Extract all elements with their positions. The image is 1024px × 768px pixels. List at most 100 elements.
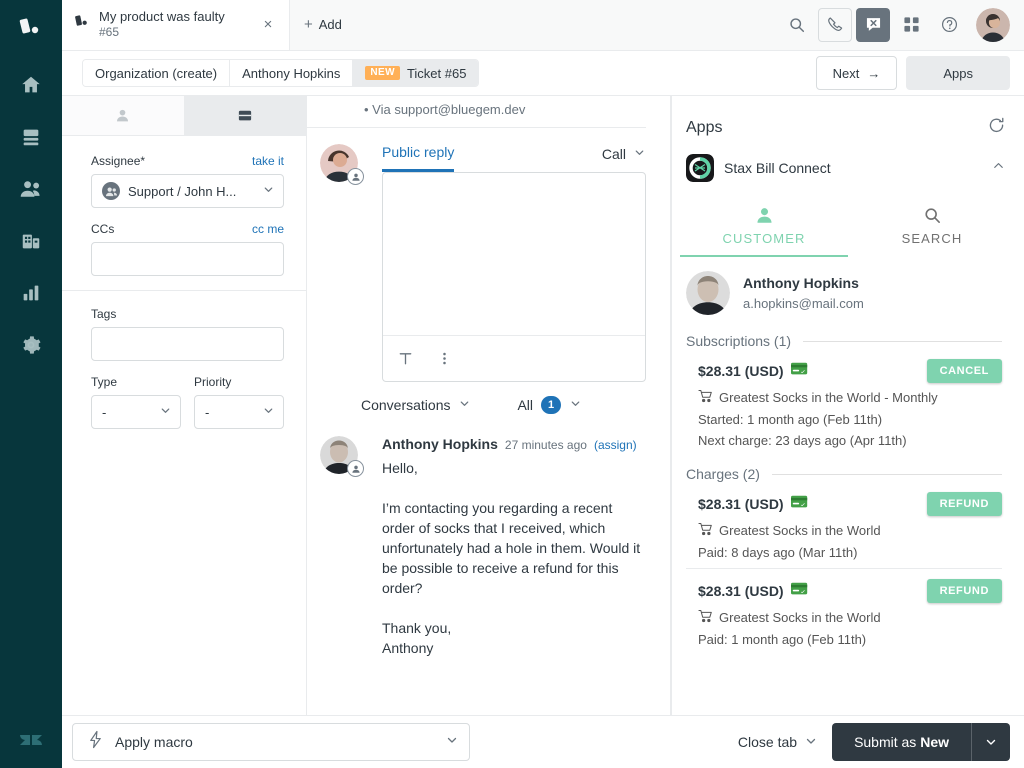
arrow-right-icon: →: [867, 65, 881, 81]
conversations-label: Conversations: [361, 397, 451, 413]
product-tray-icon[interactable]: [18, 14, 44, 45]
apps-toggle-button[interactable]: Apps: [906, 56, 1010, 90]
tags-input[interactable]: [91, 327, 284, 361]
nav-item-views[interactable]: [0, 111, 62, 163]
conversations-dropdown[interactable]: Conversations: [361, 397, 471, 413]
divider: [62, 290, 306, 291]
close-tab-dropdown[interactable]: Close tab: [738, 734, 832, 751]
next-label: Next: [832, 65, 860, 81]
ccs-field: CCs cc me: [91, 222, 284, 276]
tab-customer[interactable]: CUSTOMER: [680, 198, 848, 257]
app-header-stax-bill[interactable]: Stax Bill Connect: [672, 140, 1024, 182]
tags-field: Tags: [91, 307, 284, 361]
priority-value: -: [205, 404, 210, 420]
breadcrumb-item-ticket[interactable]: NEW Ticket #65: [353, 60, 479, 86]
text-format-icon[interactable]: [397, 350, 414, 367]
cancel-subscription-button[interactable]: CANCEL: [926, 359, 1002, 383]
apply-macro-select[interactable]: Apply macro: [72, 723, 470, 761]
ccs-label: CCs: [91, 222, 115, 236]
reply-editor[interactable]: [382, 172, 646, 382]
breadcrumb-item-customer[interactable]: Anthony Hopkins: [230, 60, 354, 86]
subscription-item: $28.31 (USD) CANCEL Greatest Socks in th…: [686, 349, 1002, 448]
next-button[interactable]: Next →: [815, 56, 898, 90]
nav-item-customers[interactable]: [0, 163, 62, 215]
assign-link[interactable]: (assign): [594, 438, 637, 452]
chevron-down-icon: [262, 404, 275, 420]
tab-ticket-properties[interactable]: [184, 96, 306, 135]
subscription-started: Started: 1 month ago (Feb 11th): [698, 412, 883, 427]
user-avatar[interactable]: [976, 7, 1010, 42]
nav-item-home[interactable]: [0, 59, 62, 111]
breadcrumb: Organization (create) Anthony Hopkins NE…: [82, 59, 480, 87]
submit-options-button[interactable]: [972, 723, 1010, 761]
cart-icon: [698, 522, 713, 539]
views-icon: [23, 129, 39, 146]
tab-search[interactable]: SEARCH: [848, 198, 1016, 257]
assignee-field: Assignee* take it Support / John H...: [91, 154, 284, 208]
search-icon[interactable]: [780, 8, 814, 42]
charge-item: $28.31 (USD) REFUND Greatest Socks in th…: [686, 568, 1002, 647]
take-it-link[interactable]: take it: [252, 154, 284, 168]
refund-charge-button[interactable]: REFUND: [926, 579, 1002, 603]
chat-disabled-icon[interactable]: [856, 7, 890, 42]
comment-body: Hello, I’m contacting you regarding a re…: [382, 460, 641, 656]
conversation-filters: Conversations All 1: [307, 382, 656, 414]
all-filter-dropdown[interactable]: All 1: [517, 396, 642, 414]
priority-field: Priority -: [194, 375, 284, 429]
editor-toolbar: [383, 335, 645, 381]
reply-textarea[interactable]: [383, 173, 645, 335]
refresh-icon[interactable]: [987, 116, 1006, 140]
ticket-card-icon: [239, 110, 252, 120]
credit-card-paid-icon: [790, 495, 809, 514]
charge-product: Greatest Socks in the World: [719, 610, 881, 625]
customer-badge-icon: [347, 460, 364, 477]
refund-charge-button[interactable]: REFUND: [926, 492, 1002, 516]
organizations-icon: [22, 234, 40, 249]
stax-bill-icon: [686, 154, 714, 182]
help-icon[interactable]: [932, 8, 966, 42]
assignee-select[interactable]: Support / John H...: [91, 174, 284, 208]
subscriptions-heading: Subscriptions (1): [686, 333, 792, 349]
charge-item: $28.31 (USD) REFUND Greatest Socks in th…: [686, 482, 1002, 560]
add-tab-button[interactable]: + Add: [290, 0, 356, 50]
more-options-icon[interactable]: [436, 350, 453, 367]
ticket-footer: Apply macro Close tab Submit as New: [62, 715, 1024, 768]
submit-prefix: Submit as: [854, 734, 921, 750]
call-icon[interactable]: [818, 7, 852, 42]
assignee-value: Support / John H...: [128, 183, 237, 199]
customer-name: Anthony Hopkins: [743, 274, 859, 291]
subscription-product: Greatest Socks in the World - Monthly: [719, 390, 938, 405]
submit-status: New: [920, 734, 949, 750]
charge-product: Greatest Socks in the World: [719, 523, 881, 538]
conversation-scroll[interactable]: • Via support@bluegem.dev Public reply C…: [307, 96, 670, 768]
nav-item-admin[interactable]: [0, 319, 62, 371]
priority-select[interactable]: -: [194, 395, 284, 429]
chevron-down-icon: [458, 397, 471, 413]
channel-label: Call: [601, 145, 626, 162]
agent-avatar: [320, 144, 364, 185]
comment-item: Anthony Hopkins 27 minutes ago (assign) …: [307, 414, 656, 658]
home-icon: [22, 76, 40, 93]
chevron-up-icon[interactable]: [991, 158, 1006, 178]
ticket-tab-number: #65: [99, 25, 120, 39]
tab-public-reply[interactable]: Public reply: [382, 144, 455, 172]
ticket-tab-title: My product was faulty: [99, 9, 225, 24]
channel-selector[interactable]: Call: [602, 146, 646, 162]
nav-item-organizations[interactable]: [0, 215, 62, 267]
type-value: -: [102, 404, 107, 420]
close-icon[interactable]: ×: [257, 14, 279, 36]
credit-card-paid-icon: [790, 362, 809, 381]
customer-avatar: [320, 436, 364, 477]
open-ticket-tab[interactable]: My product was faulty #65 ×: [62, 0, 290, 50]
nav-item-reporting[interactable]: [0, 267, 62, 319]
breadcrumb-item-organization[interactable]: Organization (create): [83, 60, 231, 86]
submit-button[interactable]: Submit as New: [832, 723, 972, 761]
status-badge: NEW: [365, 66, 400, 80]
type-select[interactable]: -: [91, 395, 181, 429]
tab-customer-context[interactable]: [62, 96, 185, 135]
apps-grid-icon[interactable]: [894, 8, 928, 42]
ccs-input[interactable]: [91, 242, 284, 276]
chevron-down-icon: [804, 734, 818, 751]
subscription-amount: $28.31 (USD): [698, 363, 784, 379]
cc-me-link[interactable]: cc me: [252, 222, 284, 236]
